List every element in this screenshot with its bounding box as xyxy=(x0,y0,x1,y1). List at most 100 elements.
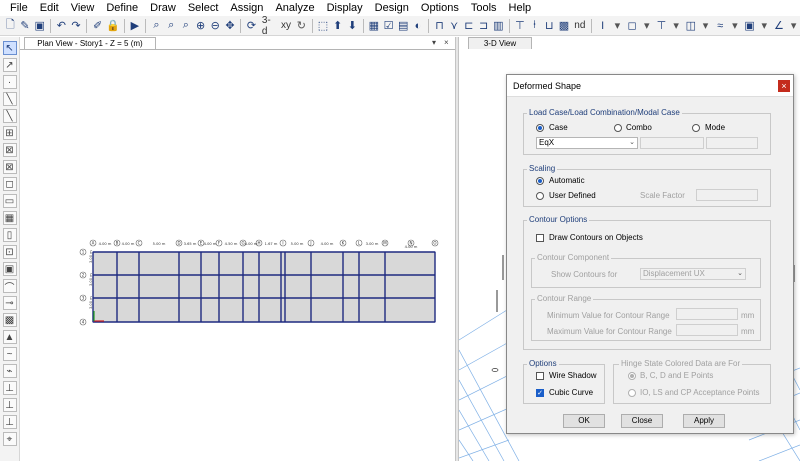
menu-tools[interactable]: Tools xyxy=(465,0,503,16)
close-button[interactable]: Close xyxy=(621,414,663,428)
draw-cross-brace-icon[interactable]: ⊠ xyxy=(2,160,17,174)
pin-icon[interactable]: ▾ xyxy=(432,37,436,49)
case-radio[interactable] xyxy=(536,124,544,132)
draw-area-tool-icon[interactable]: ◻ xyxy=(2,177,17,191)
draw-spring-icon[interactable]: ~ xyxy=(2,347,17,361)
pan-icon[interactable]: ✥ xyxy=(224,19,237,33)
mode-radio[interactable] xyxy=(692,124,700,132)
scale-factor-field[interactable] xyxy=(696,189,758,201)
table-icon[interactable]: ▩ xyxy=(558,19,571,33)
draw-rectangle-icon[interactable]: ▭ xyxy=(2,194,17,208)
draw-area-icon[interactable]: ◻ xyxy=(626,19,639,33)
dialog-close-icon[interactable]: × xyxy=(778,80,790,92)
menu-define[interactable]: Define xyxy=(100,0,144,16)
menu-help[interactable]: Help xyxy=(503,0,538,16)
max-contour-field[interactable] xyxy=(676,324,738,336)
menu-select[interactable]: Select xyxy=(182,0,225,16)
draw-brace-icon[interactable]: ⊠ xyxy=(2,143,17,157)
reshape-icon[interactable]: ↗ xyxy=(2,58,17,72)
perspective-icon[interactable]: ⬚ xyxy=(317,19,330,33)
plan-view-tab[interactable]: Plan View - Story1 - Z = 5 (m) xyxy=(24,37,156,49)
draw-beam-icon[interactable]: ╲ xyxy=(2,109,17,123)
menu-assign[interactable]: Assign xyxy=(224,0,269,16)
draw-section-icon[interactable]: ◫ xyxy=(684,19,697,33)
open-folder-icon[interactable]: ✎ xyxy=(19,19,32,33)
new-file-icon[interactable]: 🗋 xyxy=(4,19,17,33)
grid-icon[interactable]: ▤ xyxy=(397,19,410,33)
axis-yz-icon[interactable]: ⊥ xyxy=(2,415,17,429)
move-up-icon[interactable]: ⬆ xyxy=(331,19,344,33)
pencil-icon[interactable]: ✐ xyxy=(91,19,104,33)
lock-icon[interactable]: 🔒 xyxy=(106,19,120,33)
set-display-icon[interactable]: ▦ xyxy=(368,19,381,33)
case-select[interactable]: EqX ⌄ xyxy=(536,137,638,149)
draw-tendon-icon[interactable]: ≈ xyxy=(714,19,727,33)
moment-diagram-icon[interactable]: ⋎ xyxy=(448,19,461,33)
menu-design[interactable]: Design xyxy=(369,0,415,16)
check-icon[interactable]: ☑ xyxy=(382,19,395,33)
draw-frame-icon[interactable]: I xyxy=(596,19,609,33)
menu-options[interactable]: Options xyxy=(415,0,465,16)
axis-xz-icon[interactable]: ⊥ xyxy=(2,398,17,412)
user-defined-radio[interactable] xyxy=(536,192,544,200)
show-contours-for-select[interactable]: Displacement UX ⌄ xyxy=(640,268,746,280)
redo-icon[interactable]: ↷ xyxy=(70,19,83,33)
draw-grid-icon[interactable]: ▣ xyxy=(743,19,756,33)
combo-radio[interactable] xyxy=(614,124,622,132)
draw-frame-dropdown-icon[interactable]: ▾ xyxy=(611,19,624,33)
frame-icon[interactable]: ⊓ xyxy=(433,19,446,33)
wire-shadow-checkbox[interactable] xyxy=(536,372,544,380)
draw-grid-dropdown-icon[interactable]: ▾ xyxy=(758,19,771,33)
rotate-icon[interactable]: ↻ xyxy=(295,19,308,33)
draw-link-dropdown-icon[interactable]: ▾ xyxy=(670,19,683,33)
draw-section-cut-icon[interactable]: ⌁ xyxy=(2,364,17,378)
run-icon[interactable]: ▶ xyxy=(129,19,142,33)
min-contour-field[interactable] xyxy=(676,308,738,320)
draw-link-tool-icon[interactable]: ⊸ xyxy=(2,296,17,310)
pointer-icon[interactable]: ↖ xyxy=(2,41,17,55)
view-3d-tab[interactable]: 3-D View xyxy=(468,37,532,49)
draw-contours-checkbox[interactable] xyxy=(536,234,544,242)
snap-icon[interactable]: ⌖ xyxy=(2,432,17,446)
ok-button[interactable]: OK xyxy=(563,414,605,428)
view-xy-button[interactable]: xy xyxy=(279,20,293,31)
zoom-in-icon[interactable]: ⊕ xyxy=(194,19,207,33)
bar-chart-icon[interactable]: ▥ xyxy=(492,19,505,33)
draw-mesh-icon[interactable]: ▩ xyxy=(2,313,17,327)
plan-view-canvas[interactable]: A B C D E F G H I J K L M N O 4.00 m 4.0… xyxy=(21,50,455,461)
section-cut-icon[interactable]: ⊤ xyxy=(514,19,527,33)
draw-opening-icon[interactable]: ⊡ xyxy=(2,245,17,259)
slab-area[interactable] xyxy=(92,251,436,323)
menu-display[interactable]: Display xyxy=(321,0,369,16)
hinge-icon[interactable]: ⊔ xyxy=(543,19,556,33)
axis-xy-icon[interactable]: ⊥ xyxy=(2,381,17,395)
save-icon[interactable]: ▣ xyxy=(33,19,46,33)
draw-dimension-dropdown-icon[interactable]: ▾ xyxy=(787,19,800,33)
case-tertiary-field[interactable] xyxy=(706,137,758,149)
zoom-restore-icon[interactable]: ⌕ xyxy=(165,19,178,33)
menu-file[interactable]: File xyxy=(4,0,34,16)
case-secondary-field[interactable] xyxy=(640,137,704,149)
refresh-view-icon[interactable]: ⟳ xyxy=(245,19,258,33)
close-view-icon[interactable]: × xyxy=(444,37,449,49)
cubic-curve-checkbox[interactable]: ✓ xyxy=(536,389,544,397)
menu-draw[interactable]: Draw xyxy=(144,0,182,16)
draw-tendon-tool-icon[interactable]: ⌒ xyxy=(2,279,17,294)
menu-analyze[interactable]: Analyze xyxy=(269,0,320,16)
apply-button[interactable]: Apply xyxy=(683,414,725,428)
draw-joint-icon[interactable]: · xyxy=(2,75,17,89)
zoom-window-icon[interactable]: ⌕ xyxy=(150,19,163,33)
draw-area-dropdown-icon[interactable]: ▾ xyxy=(640,19,653,33)
draw-section-dropdown-icon[interactable]: ▾ xyxy=(699,19,712,33)
view-3d-button[interactable]: 3-d xyxy=(260,16,277,35)
draw-link-icon[interactable]: ⊤ xyxy=(655,19,668,33)
nd-button[interactable]: nd xyxy=(572,20,587,31)
deformed-shape-icon[interactable]: ◐ xyxy=(412,19,425,33)
zoom-out-icon[interactable]: ⊖ xyxy=(209,19,222,33)
move-down-icon[interactable]: ⬇ xyxy=(346,19,359,33)
quick-area-icon[interactable]: ▦ xyxy=(2,211,17,225)
bcde-points-radio[interactable] xyxy=(628,372,636,380)
draw-solid-icon[interactable]: ▣ xyxy=(2,262,17,276)
io-ls-cp-radio[interactable] xyxy=(628,389,636,397)
draw-line-icon[interactable]: ╲ xyxy=(2,92,17,106)
